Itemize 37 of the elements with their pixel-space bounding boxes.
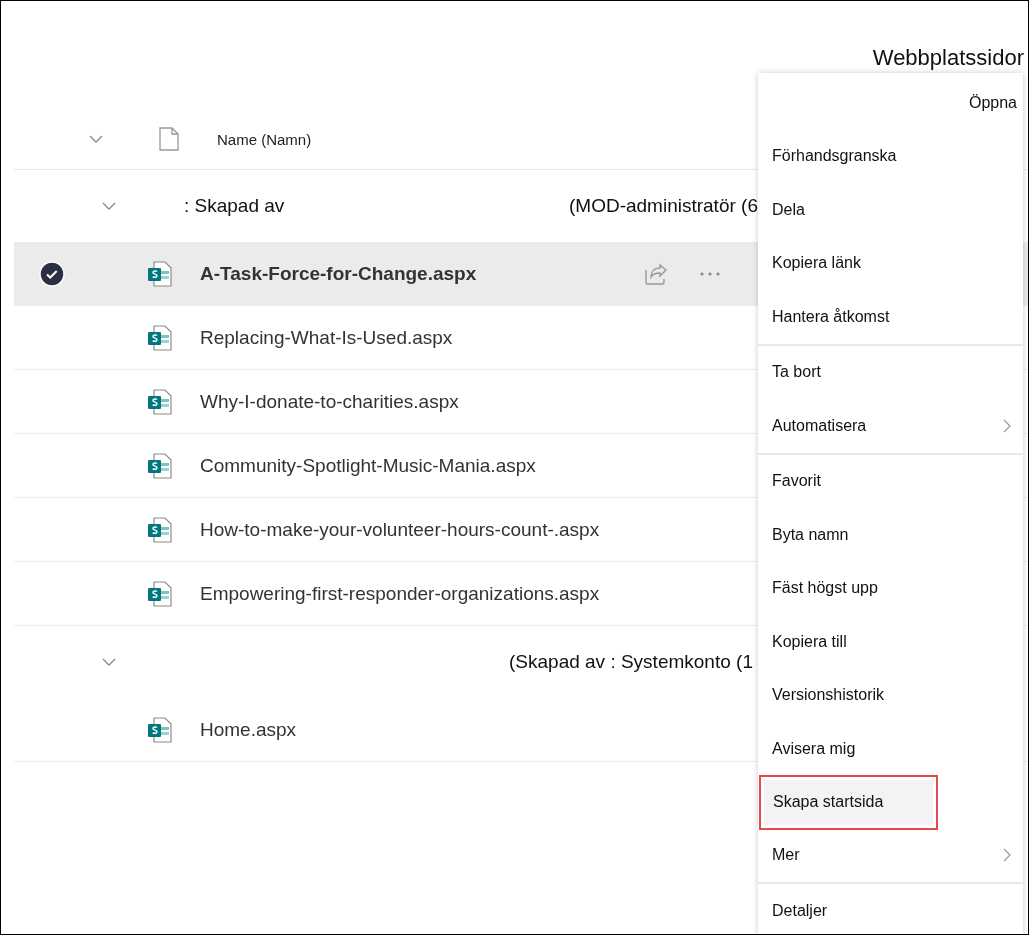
- page-title: Webbplatssidor: [872, 45, 1024, 71]
- check-circle-icon[interactable]: [38, 260, 65, 287]
- column-header[interactable]: Name (Namn): [217, 130, 312, 148]
- chevron-down-icon[interactable]: [102, 202, 116, 210]
- chevron-right-icon: [1003, 848, 1011, 863]
- file-name[interactable]: Replacing-What-Is-Used.aspx: [200, 326, 453, 349]
- file-name[interactable]: Empowering-first-responder-organizations.aspx: [200, 582, 600, 605]
- menu-item[interactable]: Öppna: [758, 76, 1023, 130]
- group-owner: (MOD-administratör (6: [569, 195, 758, 217]
- chevron-right-icon: [1003, 418, 1011, 433]
- menu-item[interactable]: Fäst högst upp: [758, 561, 1023, 615]
- share-icon[interactable]: [644, 262, 669, 285]
- page-file-icon: [147, 260, 173, 287]
- menu-label: Mer: [772, 846, 800, 865]
- page-file-icon: [147, 324, 173, 351]
- more-icon[interactable]: [700, 271, 721, 276]
- chevron-down-icon[interactable]: [89, 135, 103, 143]
- menu-item[interactable]: Detaljer: [758, 884, 1023, 934]
- file-name[interactable]: Community-Spotlight-Music-Mania.aspx: [200, 454, 536, 477]
- file-name[interactable]: Why-I-donate-to-charities.aspx: [200, 390, 459, 413]
- menu-item[interactable]: Mer: [758, 828, 1023, 882]
- chevron-down-icon[interactable]: [102, 658, 116, 666]
- menu-item[interactable]: Dela: [758, 183, 1023, 237]
- group-owner: (Skapad av : Systemkonto (1: [509, 651, 753, 673]
- file-name[interactable]: How-to-make-your-volunteer-hours-count-.aspx: [200, 518, 600, 541]
- page-file-icon: [147, 716, 173, 743]
- file-icon: [159, 127, 179, 151]
- file-name[interactable]: Home.aspx: [200, 718, 297, 741]
- file-name[interactable]: A-Task-Force-for-Change.aspx: [200, 262, 477, 285]
- page-file-icon: [147, 580, 173, 607]
- menu-label: Automatisera: [772, 416, 867, 435]
- page-file-icon: [147, 452, 173, 479]
- menu-item[interactable]: Byta namn: [758, 508, 1023, 562]
- group-title: : Skapad av: [184, 195, 285, 216]
- page-file-icon: [147, 516, 173, 543]
- page-file-icon: [147, 388, 173, 415]
- menu-item[interactable]: Förhandsgranska: [758, 129, 1023, 183]
